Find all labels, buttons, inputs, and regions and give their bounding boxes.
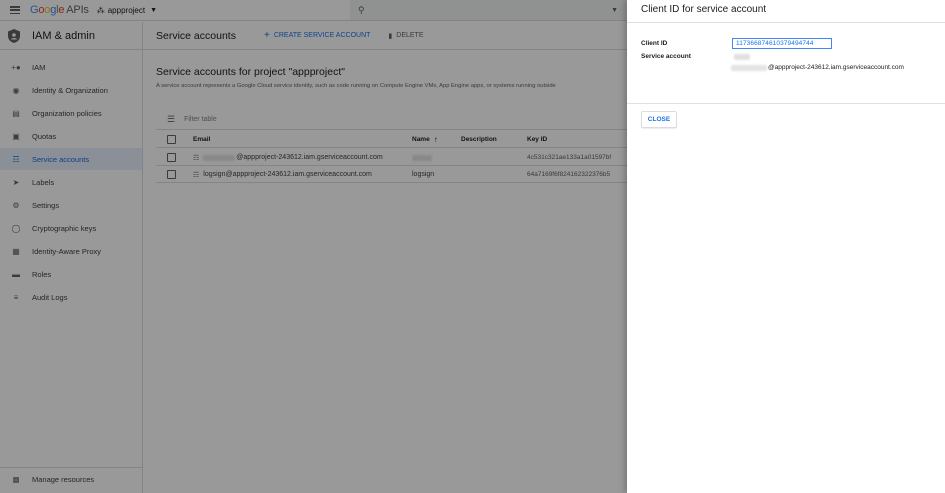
divider — [627, 103, 945, 104]
client-id-panel: Client ID for service account Client ID … — [627, 0, 945, 493]
divider — [627, 22, 945, 23]
service-account-value: @appproject-243612.iam.gserviceaccount.c… — [731, 64, 904, 71]
modal-overlay[interactable] — [0, 0, 627, 493]
redacted-text — [734, 54, 750, 60]
client-id-label: Client ID — [641, 40, 668, 47]
redacted-text — [731, 64, 767, 71]
close-button[interactable]: CLOSE — [641, 111, 677, 128]
service-account-label: Service account — [641, 53, 691, 60]
panel-title: Client ID for service account — [641, 4, 767, 15]
client-id-field[interactable]: 117366874610379494744 — [732, 38, 832, 49]
